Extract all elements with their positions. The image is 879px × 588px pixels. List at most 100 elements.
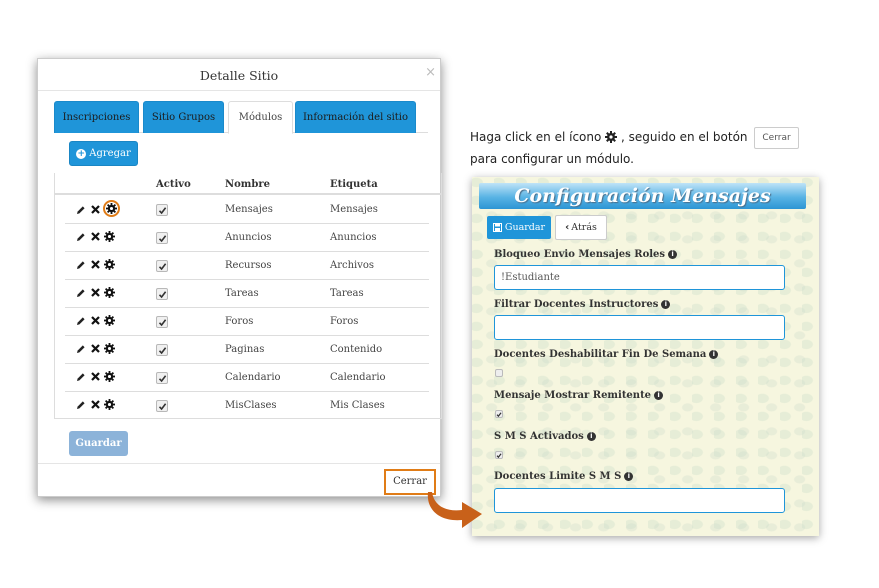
nombre-cell: Calendario [225,372,281,383]
gear-icon [605,129,618,149]
row-actions [75,286,115,299]
info-icon[interactable]: i [668,250,678,259]
label-sms: S M S Activados i [494,431,596,442]
gear-icon[interactable] [103,286,115,299]
etiqueta-cell: Archivos [330,260,375,271]
activo-checkbox[interactable] [156,372,168,384]
delete-icon[interactable] [89,258,101,271]
table-row: Recursos Archivos [65,252,429,280]
chevron-left-icon: ‹ [565,222,570,233]
table-row: MisClases Mis Clases [65,392,429,420]
plus-circle-icon: + [76,148,87,159]
delete-icon[interactable] [89,230,101,243]
etiqueta-cell: Foros [330,316,359,327]
modal-title: Detalle Sitio [199,68,279,83]
instruction-part1: Haga click en el ícono [470,130,602,144]
row-actions [75,398,115,411]
table-header: Activo Nombre Etiqueta [55,173,441,195]
filtrar-input[interactable] [494,315,785,340]
pencil-icon[interactable] [75,258,87,271]
row-actions [75,342,115,355]
add-button-label: Agregar [89,148,131,159]
table-row: Anuncios Anuncios [65,224,429,252]
delete-icon[interactable] [89,314,101,327]
nombre-cell: Mensajes [225,204,273,215]
gear-icon[interactable] [103,200,120,217]
tab-sitio-grupos[interactable]: Sitio Grupos [143,101,224,133]
tab-inscripciones[interactable]: Inscripciones [54,101,139,133]
label-deshabilitar: Docentes Deshabilitar Fin De Semana i [494,349,719,360]
tab-modulos[interactable]: Módulos [228,101,293,134]
modal-header: Detalle Sitio × [38,59,440,91]
activo-checkbox[interactable] [156,400,168,412]
label-deshabilitar-text: Docentes Deshabilitar Fin De Semana [494,349,707,360]
tab-informacion-del-sitio[interactable]: Información del sitio [295,101,416,133]
header-etiqueta: Etiqueta [330,179,378,190]
nombre-cell: Foros [225,316,254,327]
sms-checkbox[interactable] [495,451,503,459]
info-icon[interactable]: i [661,300,671,309]
deshabilitar-checkbox[interactable] [495,369,503,377]
table-row: Mensajes Mensajes [65,196,429,224]
curved-arrow-icon [427,492,482,528]
pencil-icon[interactable] [75,342,87,355]
pencil-icon[interactable] [75,314,87,327]
instruction-part3: para configurar un módulo. [470,152,634,166]
delete-icon[interactable] [89,342,101,355]
label-remitente: Mensaje Mostrar Remitente i [494,390,664,401]
config-save-label: Guardar [504,222,546,233]
etiqueta-cell: Mis Clases [330,400,385,411]
instruction-text: Haga click en el ícono , seguido en el b… [470,127,830,169]
label-limite-text: Docentes Limite S M S [494,471,622,482]
info-icon[interactable]: i [586,432,596,441]
activo-checkbox[interactable] [156,232,168,244]
gear-icon[interactable] [103,314,115,327]
remitente-checkbox[interactable] [495,410,503,418]
close-icon[interactable]: × [425,65,436,80]
etiqueta-cell: Contenido [330,344,383,355]
config-title: Configuración Mensajes [514,185,771,207]
table-row: Foros Foros [65,308,429,336]
delete-icon[interactable] [89,286,101,299]
nombre-cell: MisClases [225,400,277,411]
pencil-icon[interactable] [75,370,87,383]
floppy-icon [492,223,502,232]
pencil-icon[interactable] [75,230,87,243]
label-bloqueo-text: Bloqueo Envio Mensajes Roles [494,249,666,260]
info-icon[interactable]: i [709,350,719,359]
instruction-close-button: Cerrar [754,127,799,149]
config-banner: Configuración Mensajes [479,183,806,209]
gear-icon[interactable] [103,370,115,383]
pencil-icon[interactable] [75,286,87,299]
nombre-cell: Recursos [225,260,272,271]
table-row: Tareas Tareas [65,280,429,308]
gear-icon[interactable] [103,398,115,411]
delete-icon[interactable] [89,398,101,411]
row-actions [75,258,115,271]
back-button[interactable]: ‹ Atrás [555,215,607,240]
configuracion-mensajes-panel: Configuración Mensajes Guardar ‹ Atrás B… [472,177,819,536]
activo-checkbox[interactable] [156,316,168,328]
gear-icon[interactable] [103,258,115,271]
etiqueta-cell: Calendario [330,372,386,383]
delete-icon[interactable] [89,203,101,216]
activo-checkbox[interactable] [156,204,168,216]
activo-checkbox[interactable] [156,344,168,356]
activo-checkbox[interactable] [156,260,168,272]
add-button[interactable]: + Agregar [69,141,138,166]
gear-icon[interactable] [103,230,115,243]
delete-icon[interactable] [89,370,101,383]
activo-checkbox[interactable] [156,288,168,300]
info-icon[interactable]: i [654,391,664,400]
pencil-icon[interactable] [75,203,87,216]
pencil-icon[interactable] [75,398,87,411]
info-icon[interactable]: i [624,472,634,481]
save-button[interactable]: Guardar [69,431,128,456]
header-activo: Activo [156,179,191,190]
limite-input[interactable] [494,488,785,513]
config-save-button[interactable]: Guardar [487,216,551,239]
gear-icon[interactable] [103,342,115,355]
etiqueta-cell: Anuncios [330,232,377,243]
row-actions [75,230,115,243]
bloqueo-input[interactable] [494,265,785,290]
